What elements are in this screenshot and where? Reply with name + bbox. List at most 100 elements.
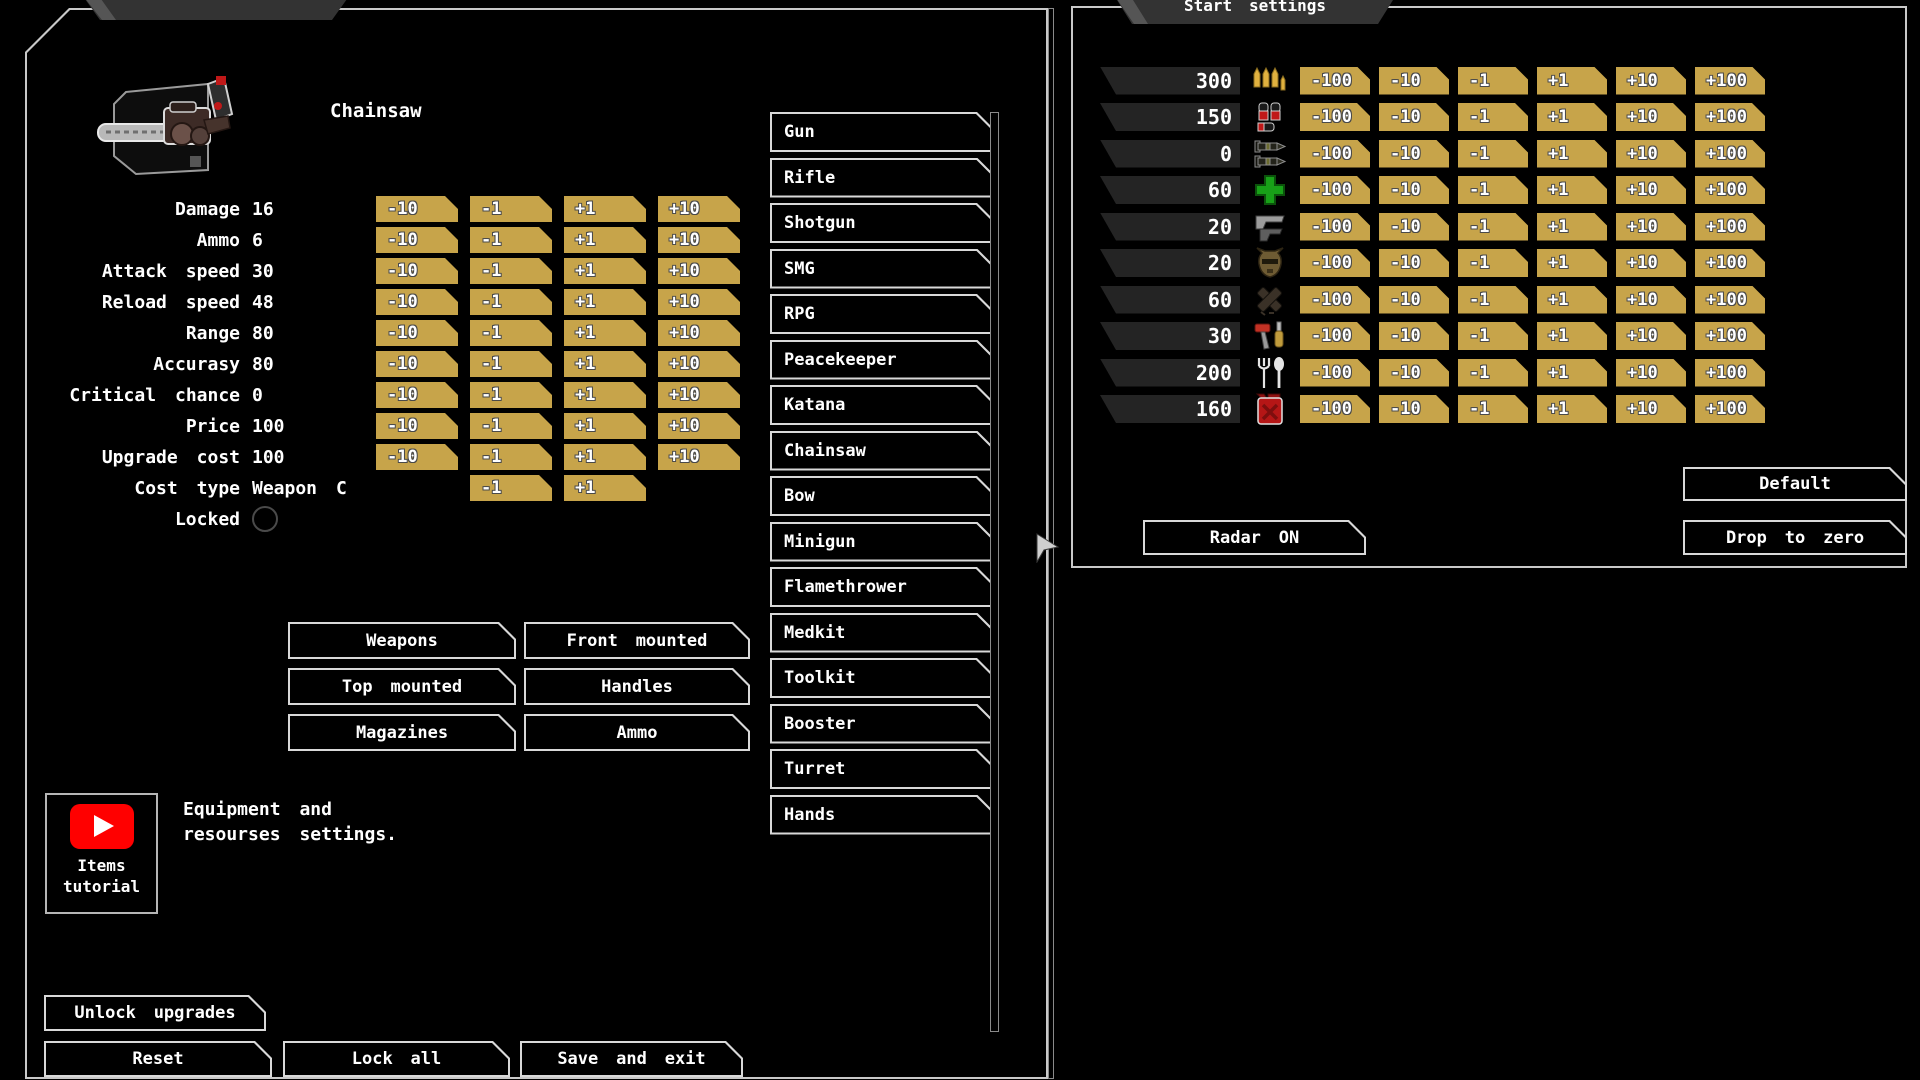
- resource-shells--10-button[interactable]: -10: [1379, 103, 1449, 131]
- resource-pistols--1-button[interactable]: -1: [1458, 213, 1528, 241]
- stat-adjust-price--10-button[interactable]: +10: [658, 413, 740, 439]
- resource-bullets--1-button[interactable]: +1: [1537, 67, 1607, 95]
- resource-shells--1-button[interactable]: -1: [1458, 103, 1528, 131]
- resource-scrap--100-button[interactable]: -100: [1300, 286, 1370, 314]
- resource-cutlery--10-button[interactable]: -10: [1379, 359, 1449, 387]
- stat-adjust-attack-speed--1-button[interactable]: +1: [564, 258, 646, 284]
- resource-helmet--1-button[interactable]: -1: [1458, 249, 1528, 277]
- stat-adjust-accurasy--10-button[interactable]: -10: [376, 351, 458, 377]
- category-weapons-button[interactable]: Weapons: [288, 622, 516, 659]
- resource-bullets--1-button[interactable]: -1: [1458, 67, 1528, 95]
- weapon-list-item-minigun[interactable]: Minigun: [770, 522, 994, 562]
- save-and-exit-button[interactable]: Save and exit: [520, 1041, 743, 1077]
- stat-adjust-range--10-button[interactable]: +10: [658, 320, 740, 346]
- resource-bullets--100-button[interactable]: -100: [1300, 67, 1370, 95]
- weapon-list-item-rpg[interactable]: RPG: [770, 294, 994, 334]
- stat-adjust-ammo--1-button[interactable]: +1: [564, 227, 646, 253]
- resource-scrap--10-button[interactable]: -10: [1379, 286, 1449, 314]
- resource-cutlery--100-button[interactable]: +100: [1695, 359, 1765, 387]
- weapon-list-item-hands[interactable]: Hands: [770, 795, 994, 835]
- resource-helmet--1-button[interactable]: +1: [1537, 249, 1607, 277]
- equipment-tab[interactable]: [80, 0, 352, 20]
- stat-adjust-reload-speed--10-button[interactable]: +10: [658, 289, 740, 315]
- resource-scrap--10-button[interactable]: +10: [1616, 286, 1686, 314]
- resource-shells--100-button[interactable]: +100: [1695, 103, 1765, 131]
- category-ammo-button[interactable]: Ammo: [524, 714, 750, 751]
- category-magazines-button[interactable]: Magazines: [288, 714, 516, 751]
- stat-adjust-ammo--10-button[interactable]: +10: [658, 227, 740, 253]
- resource-medkit-cross--10-button[interactable]: -10: [1379, 176, 1449, 204]
- stat-adjust-price--1-button[interactable]: -1: [470, 413, 552, 439]
- default-button[interactable]: Default: [1683, 467, 1907, 501]
- weapon-list-item-chainsaw[interactable]: Chainsaw: [770, 431, 994, 471]
- weapon-list-item-peacekeeper[interactable]: Peacekeeper: [770, 340, 994, 380]
- stat-adjust-attack-speed--1-button[interactable]: -1: [470, 258, 552, 284]
- stat-adjust-reload-speed--1-button[interactable]: -1: [470, 289, 552, 315]
- lock-all-button[interactable]: Lock all: [283, 1041, 510, 1077]
- stat-adjust-upgrade-cost--1-button[interactable]: -1: [470, 444, 552, 470]
- resource-pistols--10-button[interactable]: -10: [1379, 213, 1449, 241]
- resource-tools--10-button[interactable]: -10: [1379, 322, 1449, 350]
- category-handles-button[interactable]: Handles: [524, 668, 750, 705]
- resource-medkit-cross--10-button[interactable]: +10: [1616, 176, 1686, 204]
- stat-adjust-damage--10-button[interactable]: +10: [658, 196, 740, 222]
- resource-medkit-cross--100-button[interactable]: +100: [1695, 176, 1765, 204]
- weapon-list-item-smg[interactable]: SMG: [770, 249, 994, 289]
- resource-shells--1-button[interactable]: +1: [1537, 103, 1607, 131]
- resource-fuel-can--1-button[interactable]: +1: [1537, 395, 1607, 423]
- stat-adjust-damage--1-button[interactable]: -1: [470, 196, 552, 222]
- resource-pistols--10-button[interactable]: +10: [1616, 213, 1686, 241]
- stat-adjust-damage--1-button[interactable]: +1: [564, 196, 646, 222]
- resource-rockets--1-button[interactable]: -1: [1458, 140, 1528, 168]
- resource-rockets--1-button[interactable]: +1: [1537, 140, 1607, 168]
- resource-fuel-can--10-button[interactable]: +10: [1616, 395, 1686, 423]
- resource-tools--100-button[interactable]: +100: [1695, 322, 1765, 350]
- weapon-list-item-shotgun[interactable]: Shotgun: [770, 203, 994, 243]
- drop-to-zero-button[interactable]: Drop to zero: [1683, 520, 1907, 555]
- stat-adjust-attack-speed--10-button[interactable]: -10: [376, 258, 458, 284]
- reset-button[interactable]: Reset: [44, 1041, 272, 1077]
- stat-adjust-cost-type--1-button[interactable]: +1: [564, 475, 646, 501]
- stat-adjust-reload-speed--1-button[interactable]: +1: [564, 289, 646, 315]
- items-tutorial-button[interactable]: Items tutorial: [45, 793, 158, 914]
- resource-fuel-can--100-button[interactable]: -100: [1300, 395, 1370, 423]
- stat-adjust-range--1-button[interactable]: +1: [564, 320, 646, 346]
- stat-adjust-price--10-button[interactable]: -10: [376, 413, 458, 439]
- resource-helmet--100-button[interactable]: -100: [1300, 249, 1370, 277]
- weapon-list-item-medkit[interactable]: Medkit: [770, 613, 994, 653]
- stat-adjust-critical-chance--10-button[interactable]: +10: [658, 382, 740, 408]
- resource-shells--10-button[interactable]: +10: [1616, 103, 1686, 131]
- weapon-list-item-katana[interactable]: Katana: [770, 385, 994, 425]
- stat-adjust-cost-type--1-button[interactable]: -1: [470, 475, 552, 501]
- resource-helmet--10-button[interactable]: -10: [1379, 249, 1449, 277]
- resource-rockets--10-button[interactable]: -10: [1379, 140, 1449, 168]
- resource-pistols--1-button[interactable]: +1: [1537, 213, 1607, 241]
- stat-adjust-critical-chance--1-button[interactable]: -1: [470, 382, 552, 408]
- resource-cutlery--100-button[interactable]: -100: [1300, 359, 1370, 387]
- resource-rockets--10-button[interactable]: +10: [1616, 140, 1686, 168]
- resource-medkit-cross--1-button[interactable]: +1: [1537, 176, 1607, 204]
- stat-adjust-attack-speed--10-button[interactable]: +10: [658, 258, 740, 284]
- stat-adjust-ammo--1-button[interactable]: -1: [470, 227, 552, 253]
- resource-scrap--1-button[interactable]: +1: [1537, 286, 1607, 314]
- resource-bullets--100-button[interactable]: +100: [1695, 67, 1765, 95]
- resource-fuel-can--100-button[interactable]: +100: [1695, 395, 1765, 423]
- stat-adjust-accurasy--10-button[interactable]: +10: [658, 351, 740, 377]
- resource-helmet--100-button[interactable]: +100: [1695, 249, 1765, 277]
- resource-scrap--1-button[interactable]: -1: [1458, 286, 1528, 314]
- resource-tools--1-button[interactable]: +1: [1537, 322, 1607, 350]
- resource-tools--1-button[interactable]: -1: [1458, 322, 1528, 350]
- unlock-upgrades-button[interactable]: Unlock upgrades: [44, 995, 266, 1031]
- resource-bullets--10-button[interactable]: -10: [1379, 67, 1449, 95]
- resource-shells--100-button[interactable]: -100: [1300, 103, 1370, 131]
- weapon-list-item-toolkit[interactable]: Toolkit: [770, 658, 994, 698]
- resource-cutlery--10-button[interactable]: +10: [1616, 359, 1686, 387]
- weapon-list-item-gun[interactable]: Gun: [770, 112, 994, 152]
- start-settings-tab[interactable]: Start settings: [1112, 0, 1398, 24]
- weapon-list-item-bow[interactable]: Bow: [770, 476, 994, 516]
- weapon-list-item-flamethrower[interactable]: Flamethrower: [770, 567, 994, 607]
- resource-cutlery--1-button[interactable]: +1: [1537, 359, 1607, 387]
- resource-medkit-cross--1-button[interactable]: -1: [1458, 176, 1528, 204]
- weapon-list-scrollbar[interactable]: [990, 112, 999, 1032]
- stat-adjust-range--1-button[interactable]: -1: [470, 320, 552, 346]
